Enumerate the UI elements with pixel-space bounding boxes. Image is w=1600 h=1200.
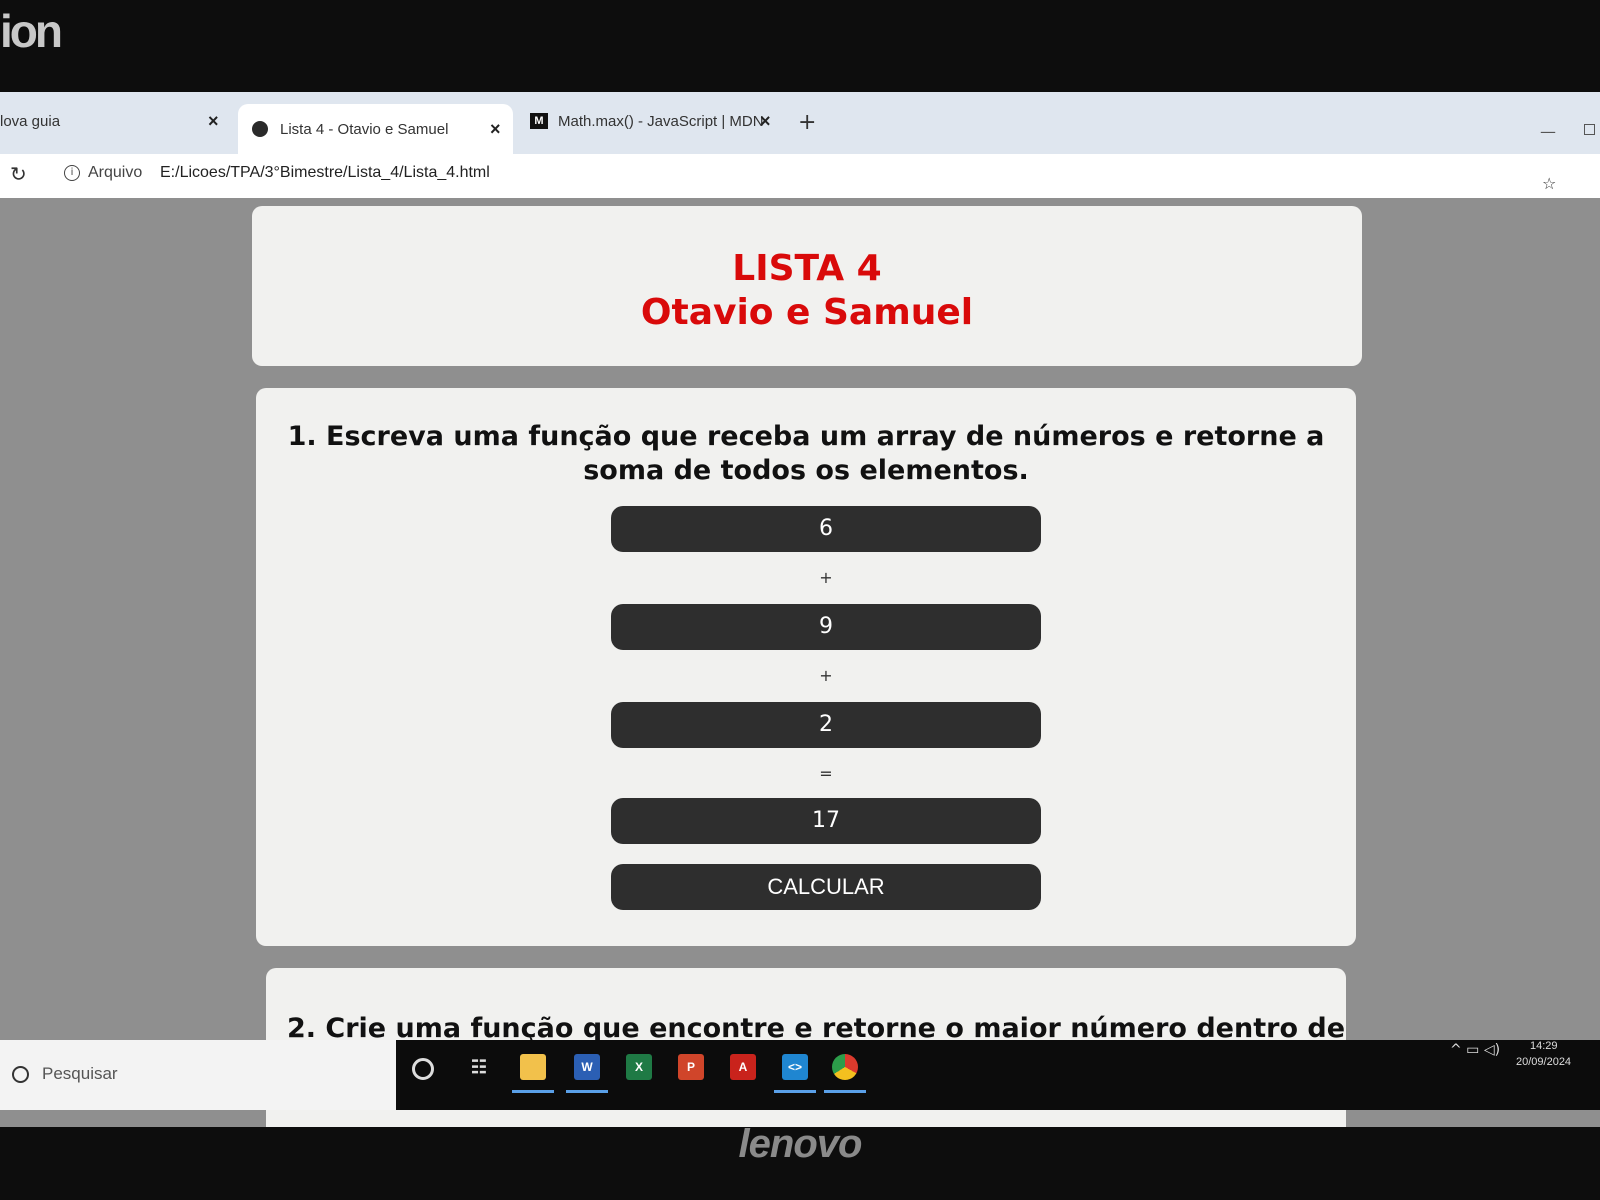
mdn-icon: M [530, 113, 548, 129]
tab-label: lova guia [0, 112, 61, 130]
tab-mdn[interactable]: M Math.max() - JavaScript | MDN × [520, 100, 780, 142]
acrobat-icon[interactable]: A [730, 1054, 756, 1080]
title-card: LISTA 4 Otavio e Samuel [252, 206, 1362, 366]
question-1-text: 1. Escreva uma função que receba um arra… [287, 421, 1325, 486]
active-indicator [774, 1090, 816, 1093]
word-icon[interactable]: W [574, 1054, 600, 1080]
plus-sign: + [819, 568, 833, 587]
search-icon [12, 1066, 29, 1083]
powerpoint-icon[interactable]: P [678, 1054, 704, 1080]
tab-label: Lista 4 - Otavio e Samuel [280, 120, 449, 138]
web-page: LISTA 4 Otavio e Samuel 1. Escreva uma f… [0, 198, 1600, 1127]
windows-taskbar: Pesquisar ☷ W X P A <> ^ ▭ ◁) 14:29 20/0… [0, 1040, 1600, 1110]
reload-icon[interactable]: ↻ [10, 162, 27, 186]
address-toolbar: ↻ i Arquivo E:/Licoes/TPA/3°Bimestre/Lis… [0, 154, 1600, 198]
tab-label: Math.max() - JavaScript | MDN [558, 112, 764, 130]
calculate-button[interactable]: CALCULAR [611, 864, 1041, 910]
tab-strip: lova guia × Lista 4 - Otavio e Samuel × … [0, 92, 1600, 154]
task-view-icon[interactable]: ☷ [466, 1054, 492, 1080]
tab-new[interactable]: lova guia × [0, 100, 235, 142]
minimize-icon[interactable]: — [1540, 122, 1556, 141]
page-title: LISTA 4 [732, 248, 882, 289]
system-tray-icons[interactable]: ^ ▭ ◁) [1450, 1042, 1500, 1058]
plus-sign: + [819, 666, 833, 685]
active-indicator [566, 1090, 608, 1093]
address-scheme[interactable]: Arquivo [88, 164, 142, 182]
tab-close-icon[interactable]: × [490, 119, 501, 140]
excel-icon[interactable]: X [626, 1054, 652, 1080]
active-indicator [512, 1090, 554, 1093]
new-tab-button[interactable]: + [798, 110, 816, 135]
tab-close-icon[interactable]: × [208, 111, 219, 132]
maximize-icon[interactable] [1584, 124, 1595, 135]
number-input-2[interactable]: 9 [611, 604, 1041, 650]
search-placeholder: Pesquisar [42, 1064, 118, 1083]
result-output: 17 [611, 798, 1041, 844]
question-1-card: 1. Escreva uma função que receba um arra… [256, 388, 1356, 946]
tab-lista-4[interactable]: Lista 4 - Otavio e Samuel × [238, 104, 513, 154]
monitor-bezel-text: ion [0, 5, 63, 57]
monitor-brand-logo: lenovo [738, 1122, 863, 1166]
globe-icon [252, 121, 268, 137]
screen: lova guia × Lista 4 - Otavio e Samuel × … [0, 92, 1600, 1127]
info-icon[interactable]: i [64, 165, 80, 181]
file-explorer-icon[interactable] [520, 1054, 546, 1080]
cortana-icon[interactable] [412, 1058, 434, 1080]
number-input-1[interactable]: 6 [611, 506, 1041, 552]
active-indicator [824, 1090, 866, 1093]
clock-time[interactable]: 14:29 [1530, 1040, 1558, 1052]
taskbar-search[interactable]: Pesquisar [0, 1040, 396, 1110]
tab-close-icon[interactable]: × [760, 111, 771, 132]
page-subtitle: Otavio e Samuel [640, 292, 974, 333]
number-input-3[interactable]: 2 [611, 702, 1041, 748]
vscode-icon[interactable]: <> [782, 1054, 808, 1080]
address-url[interactable]: E:/Licoes/TPA/3°Bimestre/Lista_4/Lista_4… [160, 164, 490, 182]
bookmark-star-icon[interactable]: ☆ [1542, 174, 1556, 193]
clock-date[interactable]: 20/09/2024 [1516, 1056, 1571, 1068]
chrome-icon[interactable] [832, 1054, 858, 1080]
equals-sign: = [819, 764, 833, 783]
